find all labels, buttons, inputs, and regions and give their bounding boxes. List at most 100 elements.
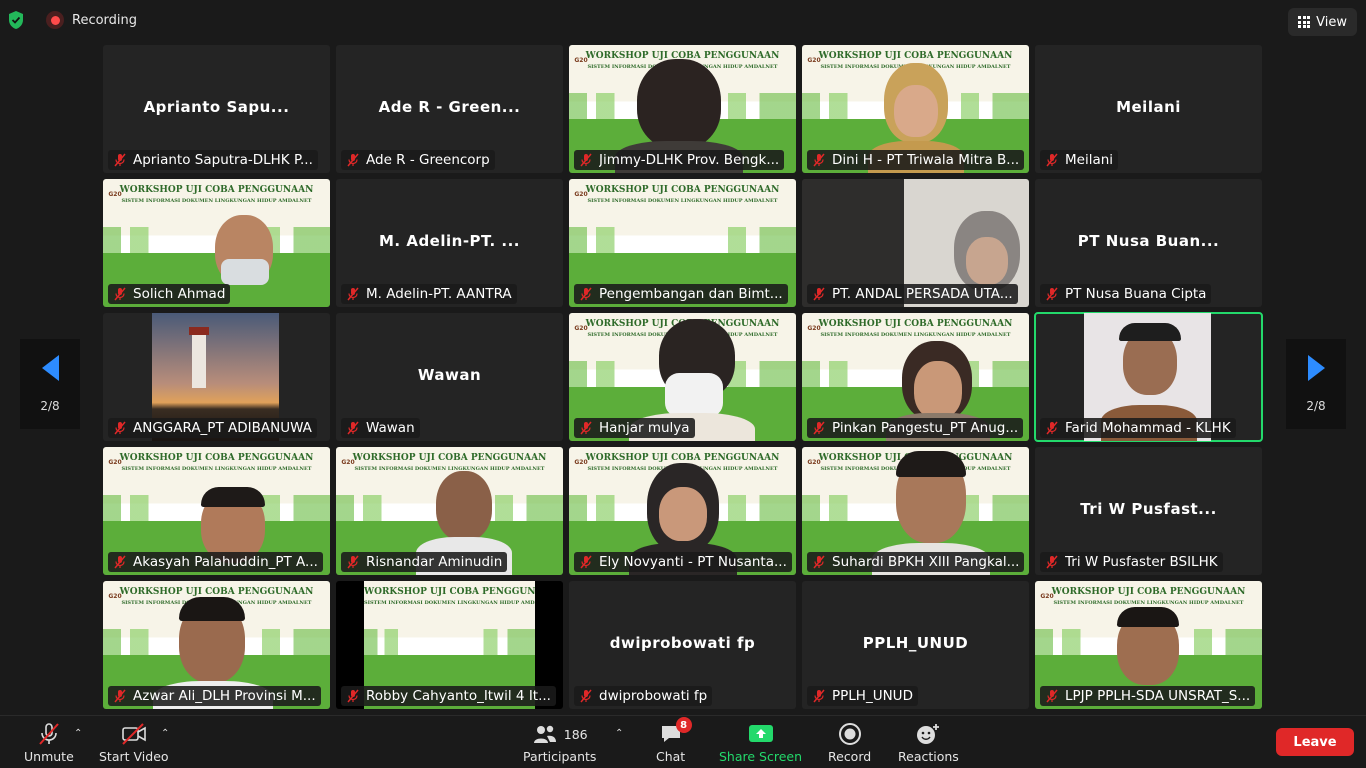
participant-tile[interactable]: G20WORKSHOP UJI COBA PENGGUNAANSISTEM IN…	[336, 447, 563, 575]
participant-tile[interactable]: G20WORKSHOP UJI COBA PENGGUNAANSISTEM IN…	[569, 447, 796, 575]
participant-tile[interactable]: Aprianto Sapu... Aprianto Saputra-DLHK P…	[103, 45, 330, 173]
participant-name: M. Adelin-PT. ...	[378, 232, 521, 250]
page-indicator: 2/8	[1306, 399, 1326, 413]
participants-label: Participants	[523, 749, 597, 764]
participant-label: Suhardi BPKH XIII Pangkal...	[807, 552, 1025, 572]
reactions-button[interactable]: Reactions	[898, 722, 959, 764]
participant-label: Meilani	[1040, 150, 1119, 170]
mic-muted-icon	[114, 421, 126, 435]
previous-page-button[interactable]: 2/8	[20, 339, 80, 429]
participant-tile[interactable]: G20WORKSHOP UJI COBA PENGGUNAANSISTEM IN…	[103, 179, 330, 307]
participant-tile[interactable]: G20WORKSHOP UJI COBA PENGGUNAANSISTEM IN…	[569, 179, 796, 307]
participants-icon	[533, 725, 556, 743]
chat-label: Chat	[656, 749, 686, 764]
mic-muted-icon	[1046, 555, 1058, 569]
mic-muted-icon	[114, 287, 126, 301]
mic-muted-icon	[813, 287, 825, 301]
participant-tile[interactable]: PPLH_UNUD PPLH_UNUD	[802, 581, 1029, 709]
mic-muted-icon	[347, 153, 359, 167]
participant-label: Robby Cahyanto_Itwil 4 It...	[341, 686, 556, 706]
participant-tile[interactable]: ANGGARA_PT ADIBANUWA	[103, 313, 330, 441]
mic-muted-icon	[114, 153, 126, 167]
chat-button[interactable]: 8 Chat	[656, 717, 692, 764]
participant-tile-active-speaker[interactable]: Farid Mohammad - KLHK	[1034, 312, 1263, 442]
mic-muted-icon	[114, 689, 126, 703]
mic-muted-icon	[1046, 689, 1058, 703]
mic-muted-icon	[580, 555, 592, 569]
participant-tile[interactable]: M. Adelin-PT. ... M. Adelin-PT. AANTRA	[336, 179, 563, 307]
audio-options-caret-icon[interactable]: ⌃	[74, 728, 82, 739]
unmute-button[interactable]: Unmute	[24, 722, 74, 764]
mic-muted-icon	[813, 555, 825, 569]
video-options-caret-icon[interactable]: ⌃	[161, 728, 169, 739]
participant-tile[interactable]: G20WORKSHOP UJI COBA PENGGUNAANSISTEM IN…	[569, 313, 796, 441]
mic-muted-icon	[1046, 153, 1058, 167]
participant-tile[interactable]: G20WORKSHOP UJI COBA PENGGUNAANSISTEM IN…	[103, 447, 330, 575]
share-screen-button[interactable]: Share Screen	[719, 722, 802, 764]
record-icon	[838, 722, 862, 746]
reactions-label: Reactions	[898, 749, 959, 764]
participant-name: PT Nusa Buan...	[1077, 232, 1220, 250]
record-button[interactable]: Record	[828, 722, 871, 764]
participant-tile[interactable]: G20WORKSHOP UJI COBA PENGGUNAANSISTEM IN…	[1035, 581, 1262, 709]
participant-tile[interactable]: PT Nusa Buan... PT Nusa Buana Cipta	[1035, 179, 1262, 307]
participant-label: Pengembangan dan Bimt...	[574, 284, 788, 304]
participant-name: PPLH_UNUD	[862, 634, 969, 652]
arrow-left-icon	[41, 355, 59, 381]
participant-label: M. Adelin-PT. AANTRA	[341, 284, 517, 304]
participant-tile[interactable]: G20WORKSHOP UJI COBA PENGGUNAANSISTEM IN…	[802, 45, 1029, 173]
participant-tile[interactable]: Tri W Pusfast... Tri W Pusfaster BSILHK	[1035, 447, 1262, 575]
participants-button[interactable]: 186 Participants	[523, 722, 596, 764]
participant-label: Ely Novyanti - PT Nusanta...	[574, 552, 792, 572]
participants-count: 186	[563, 726, 588, 742]
participant-tile[interactable]: G20WORKSHOP UJI COBA PENGGUNAANSISTEM IN…	[569, 45, 796, 173]
participant-tile[interactable]: WORKSHOP UJI COBA PENGGUNAANSISTEM INFOR…	[336, 581, 563, 709]
participant-name: Meilani	[1116, 98, 1181, 116]
mic-muted-icon	[36, 722, 62, 746]
meeting-toolbar: Unmute ⌃ Start Video ⌃ 186 Participants …	[0, 715, 1366, 768]
start-video-button[interactable]: Start Video	[99, 722, 169, 764]
mic-muted-icon	[580, 287, 592, 301]
participant-label: dwiprobowati fp	[574, 686, 713, 706]
participant-name: Wawan	[417, 366, 482, 384]
participant-name: Aprianto Sapu...	[143, 98, 290, 116]
page-indicator: 2/8	[40, 399, 60, 413]
gallery-view: Aprianto Sapu... Aprianto Saputra-DLHK P…	[0, 0, 1366, 715]
participant-tile[interactable]: G20WORKSHOP UJI COBA PENGGUNAANSISTEM IN…	[802, 313, 1029, 441]
participant-label: Pinkan Pangestu_PT Anug...	[807, 418, 1024, 438]
mic-muted-icon	[580, 421, 592, 435]
participant-label: Farid Mohammad - KLHK	[1040, 418, 1236, 438]
participant-label: Azwar Ali_DLH Provinsi M...	[108, 686, 321, 706]
participant-tile[interactable]: Wawan Wawan	[336, 313, 563, 441]
next-page-button[interactable]: 2/8	[1286, 339, 1346, 429]
reactions-smiley-icon	[915, 722, 941, 746]
participant-label: ANGGARA_PT ADIBANUWA	[108, 418, 317, 438]
start-video-label: Start Video	[99, 749, 169, 764]
participant-tile[interactable]: Ade R - Green... Ade R - Greencorp	[336, 45, 563, 173]
mic-muted-icon	[347, 287, 359, 301]
participant-tile[interactable]: Meilani Meilani	[1035, 45, 1262, 173]
chat-unread-badge: 8	[675, 717, 692, 733]
participant-tile[interactable]: PT. ANDAL PERSADA UTA...	[802, 179, 1029, 307]
mic-muted-icon	[347, 421, 359, 435]
participant-video	[436, 471, 492, 541]
participant-label: Wawan	[341, 418, 420, 438]
unmute-label: Unmute	[24, 749, 74, 764]
mic-muted-icon	[813, 421, 825, 435]
participant-tile[interactable]: G20WORKSHOP UJI COBA PENGGUNAANSISTEM IN…	[802, 447, 1029, 575]
chat-icon: 8	[659, 717, 692, 746]
participant-name: dwiprobowati fp	[609, 634, 756, 652]
leave-button[interactable]: Leave	[1276, 728, 1354, 756]
mic-muted-icon	[347, 555, 359, 569]
participant-tile[interactable]: dwiprobowati fp dwiprobowati fp	[569, 581, 796, 709]
participants-options-caret-icon[interactable]: ⌃	[615, 728, 623, 739]
participant-label: Hanjar mulya	[574, 418, 695, 438]
participant-tile[interactable]: G20WORKSHOP UJI COBA PENGGUNAANSISTEM IN…	[103, 581, 330, 709]
participant-label: PT Nusa Buana Cipta	[1040, 284, 1212, 304]
participant-label: LPJP PPLH-SDA UNSRAT_S...	[1040, 686, 1256, 706]
share-screen-label: Share Screen	[719, 749, 803, 764]
participant-label: Akasyah Palahuddin_PT A...	[108, 552, 323, 572]
participant-label: Tri W Pusfaster BSILHK	[1040, 552, 1223, 572]
participant-name: Tri W Pusfast...	[1080, 500, 1217, 518]
participant-label: Solich Ahmad	[108, 284, 231, 304]
